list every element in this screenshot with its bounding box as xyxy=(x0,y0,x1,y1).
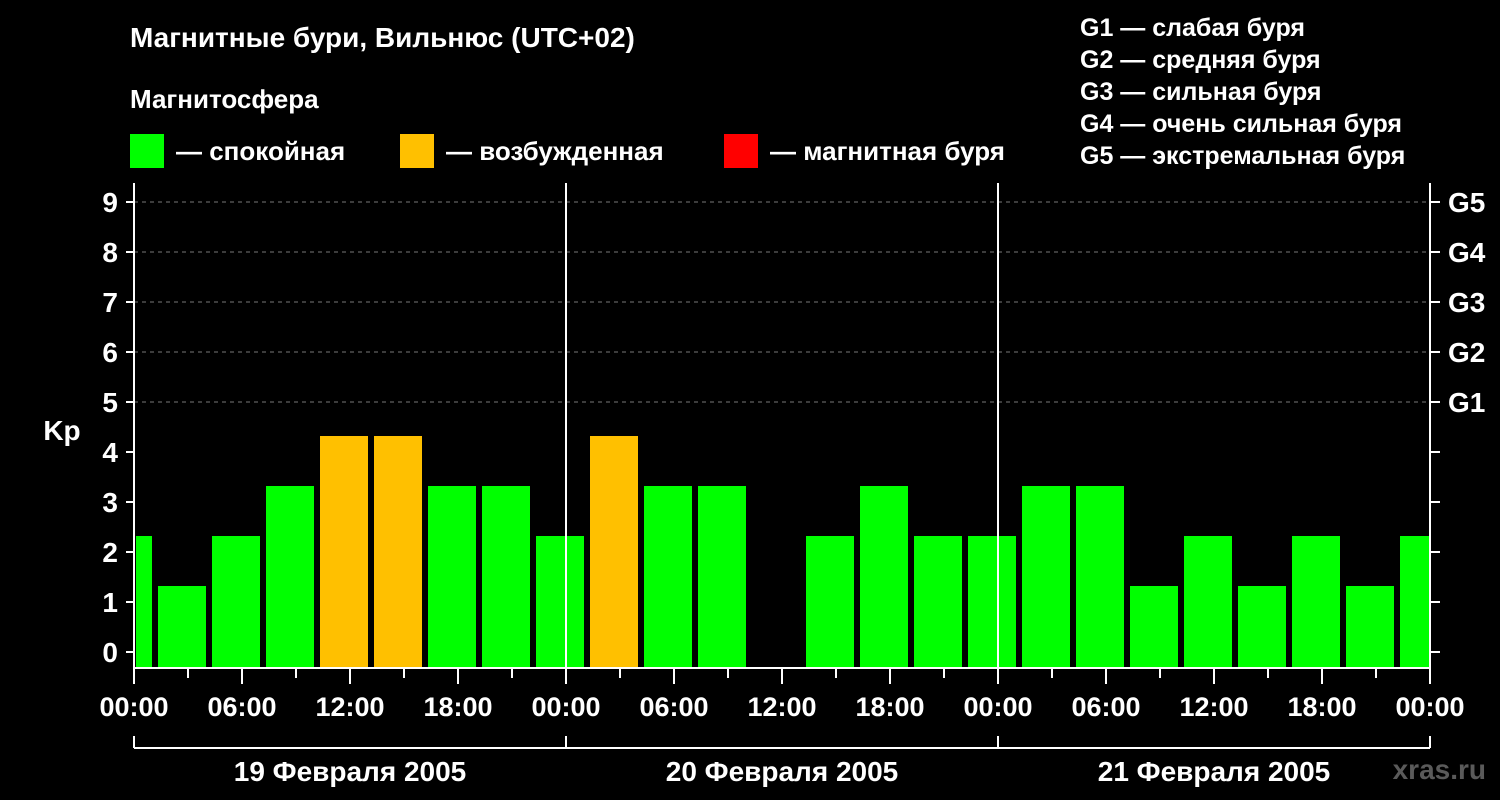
bar-kp-8 xyxy=(536,536,584,668)
x-tick-label-6: 12:00 xyxy=(747,692,816,722)
storm-level-label-g1: G1 xyxy=(1448,387,1485,418)
y-axis-label: Kp xyxy=(43,415,80,446)
y-tick-label-9: 9 xyxy=(102,187,118,218)
bar-kp-0 xyxy=(136,536,152,668)
y-tick-label-3: 3 xyxy=(102,487,118,518)
day-label-1: 20 Февраля 2005 xyxy=(666,756,898,787)
x-tick-label-8: 00:00 xyxy=(963,692,1032,722)
storm-level-label-g2: G2 xyxy=(1448,337,1485,368)
storm-level-label-g4: G4 xyxy=(1448,237,1486,268)
bar-kp-22 xyxy=(1292,536,1340,668)
x-tick-label-4: 00:00 xyxy=(531,692,600,722)
bar-kp-7 xyxy=(482,486,530,668)
y-tick-label-5: 5 xyxy=(102,387,118,418)
bar-kp-9 xyxy=(590,436,638,668)
bar-kp-19 xyxy=(1130,586,1178,668)
storm-level-label-g3: G3 xyxy=(1448,287,1485,318)
bar-kp-15 xyxy=(914,536,962,668)
bar-kp-13 xyxy=(806,536,854,668)
x-tick-label-9: 06:00 xyxy=(1071,692,1140,722)
bar-kp-21 xyxy=(1238,586,1286,668)
bar-kp-3 xyxy=(266,486,314,668)
x-tick-label-10: 12:00 xyxy=(1179,692,1248,722)
bar-kp-20 xyxy=(1184,536,1232,668)
x-tick-label-2: 12:00 xyxy=(315,692,384,722)
bar-kp-17 xyxy=(1022,486,1070,668)
bar-kp-6 xyxy=(428,486,476,668)
bar-kp-16 xyxy=(968,536,1016,668)
y-tick-label-2: 2 xyxy=(102,537,118,568)
kp-bar-chart: 0 1 2 3 4 5 6 7 8 9 G1 G2 G3 G4 G5 Kp 00:00 06:00 12:00 18:… xyxy=(43,183,1486,787)
y-tick-label-6: 6 xyxy=(102,337,118,368)
storm-level-label-g5: G5 xyxy=(1448,187,1485,218)
watermark: xras.ru xyxy=(1392,754,1486,785)
y-tick-label-0: 0 xyxy=(102,637,118,668)
bar-kp-2 xyxy=(212,536,260,668)
y-tick-label-4: 4 xyxy=(102,437,118,468)
bar-kp-23 xyxy=(1346,586,1394,668)
day-label-2: 21 Февраля 2005 xyxy=(1098,756,1330,787)
x-tick-label-0: 00:00 xyxy=(99,692,168,722)
bar-kp-18 xyxy=(1076,486,1124,668)
x-tick-label-3: 18:00 xyxy=(423,692,492,722)
bar-kp-10 xyxy=(644,486,692,668)
x-tick-label-12: 00:00 xyxy=(1395,692,1464,722)
bar-kp-14 xyxy=(860,486,908,668)
bar-kp-11 xyxy=(698,486,746,668)
y-tick-label-8: 8 xyxy=(102,237,118,268)
bar-kp-1 xyxy=(158,586,206,668)
x-tick-label-11: 18:00 xyxy=(1287,692,1356,722)
x-tick-label-5: 06:00 xyxy=(639,692,708,722)
day-label-0: 19 Февраля 2005 xyxy=(234,756,466,787)
bar-kp-5 xyxy=(374,436,422,668)
y-tick-label-7: 7 xyxy=(102,287,118,318)
bar-kp-24 xyxy=(1400,536,1430,668)
x-tick-label-7: 18:00 xyxy=(855,692,924,722)
y-tick-label-1: 1 xyxy=(102,587,118,618)
x-tick-label-1: 06:00 xyxy=(207,692,276,722)
bar-kp-4 xyxy=(320,436,368,668)
